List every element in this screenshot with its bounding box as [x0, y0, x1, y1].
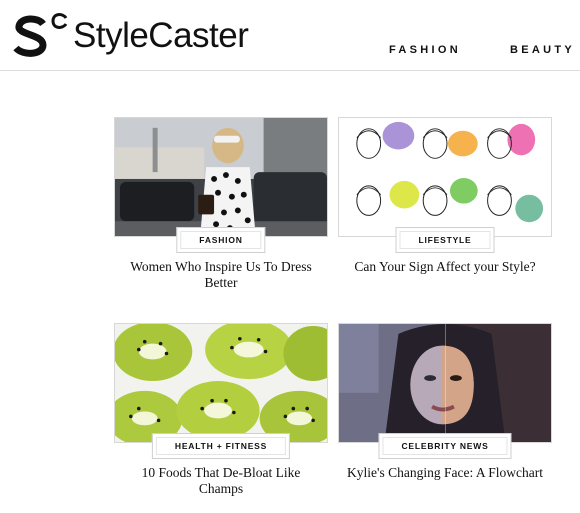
article-card-celebrity-news[interactable]: CELEBRITY NEWS Kylie's Changing Face: A …	[338, 323, 552, 481]
nav-fashion[interactable]: FASHION	[389, 44, 461, 58]
category-tag[interactable]: LIFESTYLE	[395, 227, 495, 253]
article-image-kiwi[interactable]	[114, 323, 328, 443]
site-header: StyleCaster FASHION BEAUTY	[0, 0, 580, 71]
article-card-lifestyle[interactable]: LIFESTYLE Can Your Sign Affect your Styl…	[338, 117, 552, 275]
main-nav: FASHION BEAUTY	[389, 44, 580, 58]
kylie-split-portrait	[339, 324, 551, 442]
stylecaster-logo-mark	[13, 13, 68, 57]
category-tag[interactable]: FASHION	[176, 227, 266, 253]
article-image-kylie[interactable]	[338, 323, 552, 443]
article-image-street-style[interactable]	[114, 117, 328, 237]
category-tag[interactable]: CELEBRITY NEWS	[378, 433, 512, 459]
stylecaster-logo[interactable]: StyleCaster	[13, 12, 249, 58]
category-tag-label: CELEBRITY NEWS	[382, 437, 508, 455]
kiwi-slices-photo	[115, 324, 327, 442]
article-card-health-fitness[interactable]: HEALTH + FITNESS 10 Foods That De-Bloat …	[114, 323, 328, 497]
category-tag[interactable]: HEALTH + FITNESS	[151, 433, 291, 459]
article-title[interactable]: Women Who Inspire Us To Dress Better	[114, 259, 328, 291]
nav-beauty[interactable]: BEAUTY	[510, 44, 575, 58]
street-style-photo	[115, 118, 327, 236]
article-title[interactable]: Can Your Sign Affect your Style?	[338, 259, 552, 275]
zodiac-illustration	[339, 118, 551, 236]
category-tag-label: HEALTH + FITNESS	[155, 437, 287, 455]
article-image-zodiac[interactable]	[338, 117, 552, 237]
category-tag-label: LIFESTYLE	[399, 231, 491, 249]
brand-name: StyleCaster	[73, 15, 249, 55]
article-card-fashion[interactable]: FASHION Women Who Inspire Us To Dress Be…	[114, 117, 328, 291]
article-title[interactable]: Kylie's Changing Face: A Flowchart	[338, 465, 552, 481]
article-title[interactable]: 10 Foods That De-Bloat Like Champs	[114, 465, 328, 497]
category-tag-label: FASHION	[180, 231, 262, 249]
